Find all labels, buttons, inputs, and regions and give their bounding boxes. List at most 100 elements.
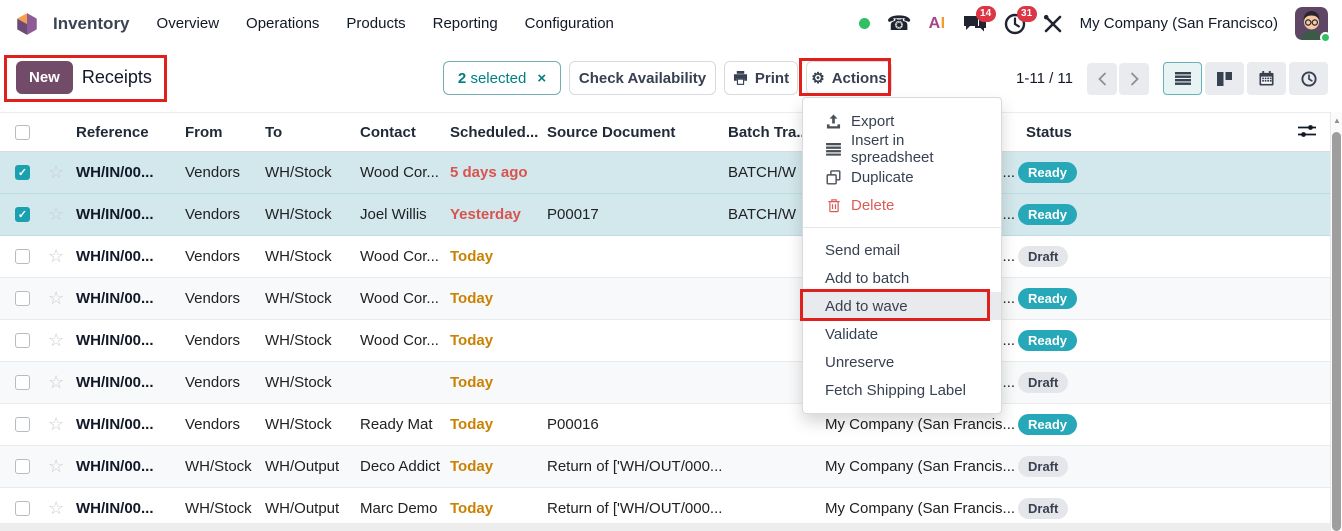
phone-icon[interactable]: ☎ bbox=[887, 14, 912, 34]
star-icon[interactable]: ☆ bbox=[48, 205, 64, 224]
optional-columns-icon[interactable] bbox=[1298, 124, 1316, 143]
menu-item-add-to-batch[interactable]: Add to batch bbox=[803, 264, 1001, 292]
row-checkbox[interactable] bbox=[15, 501, 30, 516]
row-checkbox[interactable] bbox=[15, 459, 30, 474]
row-checkbox-cell bbox=[0, 249, 48, 264]
inventory-app-icon[interactable] bbox=[14, 11, 40, 37]
menu-products[interactable]: Products bbox=[346, 15, 405, 32]
header-source-document[interactable]: Source Document bbox=[547, 124, 728, 141]
pager-next-icon[interactable] bbox=[1119, 63, 1149, 95]
menu-item-validate[interactable]: Validate bbox=[803, 320, 1001, 348]
tools-icon[interactable] bbox=[1043, 14, 1063, 34]
header-from[interactable]: From bbox=[185, 124, 265, 141]
cell-contact: Wood Cor... bbox=[360, 332, 450, 349]
table-row[interactable]: ✓☆WH/IN/00...VendorsWH/StockJoel WillisY… bbox=[0, 194, 1330, 236]
table-body: ✓☆WH/IN/00...VendorsWH/StockWood Cor...5… bbox=[0, 152, 1330, 530]
user-avatar[interactable] bbox=[1295, 7, 1328, 40]
pager-previous-icon[interactable] bbox=[1087, 63, 1117, 95]
cell-source: Return of ['WH/OUT/000... bbox=[547, 458, 728, 475]
actions-button[interactable]: ⚙ Actions bbox=[806, 61, 892, 95]
star-icon[interactable]: ☆ bbox=[48, 289, 64, 308]
cell-contact: Wood Cor... bbox=[360, 290, 450, 307]
menu-item-duplicate[interactable]: Duplicate bbox=[803, 163, 1001, 191]
star-icon[interactable]: ☆ bbox=[48, 247, 64, 266]
status-badge: Draft bbox=[1018, 456, 1068, 477]
menu-item-unreserve[interactable]: Unreserve bbox=[803, 348, 1001, 376]
table-row[interactable]: ☆WH/IN/00...VendorsWH/StockWood Cor...To… bbox=[0, 278, 1330, 320]
ai-icon[interactable]: AI bbox=[929, 15, 946, 33]
row-checkbox[interactable] bbox=[15, 291, 30, 306]
row-checkbox-cell bbox=[0, 375, 48, 390]
menu-configuration[interactable]: Configuration bbox=[525, 15, 614, 32]
cell-from: Vendors bbox=[185, 374, 265, 391]
row-checkbox[interactable]: ✓ bbox=[15, 207, 30, 222]
new-button[interactable]: New bbox=[16, 61, 73, 94]
row-checkbox[interactable] bbox=[15, 417, 30, 432]
messages-icon[interactable]: 14 bbox=[963, 13, 987, 35]
row-checkbox[interactable] bbox=[15, 375, 30, 390]
row-checkbox[interactable]: ✓ bbox=[15, 165, 30, 180]
horizontal-scrollbar[interactable] bbox=[0, 523, 1330, 531]
table-row[interactable]: ☆WH/IN/00...VendorsWH/StockReady MatToda… bbox=[0, 404, 1330, 446]
vertical-scrollbar[interactable]: ▲ bbox=[1330, 112, 1342, 531]
row-checkbox[interactable] bbox=[15, 333, 30, 348]
list-view-icon[interactable] bbox=[1163, 62, 1202, 95]
status-badge: Ready bbox=[1018, 330, 1077, 351]
vertical-scrollbar-thumb[interactable] bbox=[1332, 132, 1341, 531]
cell-status: Ready bbox=[1018, 204, 1330, 225]
header-status[interactable]: Status bbox=[1018, 124, 1330, 141]
row-checkbox-cell bbox=[0, 291, 48, 306]
pager-area: 1-11 / 11 bbox=[1016, 62, 1328, 95]
menu-item-label: Add to wave bbox=[825, 298, 908, 315]
cell-scheduled: Today bbox=[450, 290, 547, 307]
app-title[interactable]: Inventory bbox=[53, 14, 130, 34]
menu-item-label: Validate bbox=[825, 326, 878, 343]
table-row[interactable]: ☆WH/IN/00...VendorsWH/StockWood Cor...To… bbox=[0, 320, 1330, 362]
header-reference[interactable]: Reference bbox=[76, 124, 185, 141]
table-row[interactable]: ☆WH/IN/00...VendorsWH/StockWood Cor...To… bbox=[0, 236, 1330, 278]
menu-operations[interactable]: Operations bbox=[246, 15, 319, 32]
star-icon[interactable]: ☆ bbox=[48, 457, 64, 476]
kanban-view-icon[interactable] bbox=[1205, 62, 1244, 95]
cell-reference: WH/IN/00... bbox=[76, 332, 185, 349]
check-availability-button[interactable]: Check Availability bbox=[569, 61, 716, 95]
menu-item-label: Fetch Shipping Label bbox=[825, 382, 966, 399]
table-row[interactable]: ☆WH/IN/00...VendorsWH/StockTodayMy Compa… bbox=[0, 362, 1330, 404]
star-icon[interactable]: ☆ bbox=[48, 331, 64, 350]
calendar-view-icon[interactable] bbox=[1247, 62, 1286, 95]
header-to[interactable]: To bbox=[265, 124, 360, 141]
menu-item-insert-in-spreadsheet[interactable]: Insert in spreadsheet bbox=[803, 135, 1001, 163]
cell-to: WH/Output bbox=[265, 500, 360, 517]
menu-overview[interactable]: Overview bbox=[157, 15, 220, 32]
row-checkbox[interactable] bbox=[15, 249, 30, 264]
star-icon[interactable]: ☆ bbox=[48, 415, 64, 434]
menu-item-send-email[interactable]: Send email bbox=[803, 236, 1001, 264]
scroll-up-icon[interactable]: ▲ bbox=[1333, 116, 1341, 125]
duplicate-icon bbox=[825, 170, 842, 185]
menu-reporting[interactable]: Reporting bbox=[433, 15, 498, 32]
menu-item-fetch-shipping-label[interactable]: Fetch Shipping Label bbox=[803, 376, 1001, 404]
print-button[interactable]: Print bbox=[724, 61, 798, 95]
menu-item-export[interactable]: Export bbox=[803, 107, 1001, 135]
activity-view-icon[interactable] bbox=[1289, 62, 1328, 95]
star-icon[interactable]: ☆ bbox=[48, 163, 64, 182]
cell-to: WH/Stock bbox=[265, 374, 360, 391]
messages-count-badge: 14 bbox=[976, 6, 996, 22]
table-row[interactable]: ✓☆WH/IN/00...VendorsWH/StockWood Cor...5… bbox=[0, 152, 1330, 194]
activities-clock-icon[interactable]: 31 bbox=[1004, 13, 1026, 35]
menu-item-label: Send email bbox=[825, 242, 900, 259]
cell-company: My Company (San Francis... bbox=[825, 500, 1018, 517]
header-contact[interactable]: Contact bbox=[360, 124, 450, 141]
star-icon[interactable]: ☆ bbox=[48, 499, 64, 518]
menu-item-add-to-wave[interactable]: Add to wave bbox=[803, 292, 1001, 320]
menu-item-label: Delete bbox=[851, 197, 894, 214]
table-row[interactable]: ☆WH/IN/00...WH/StockWH/OutputDeco Addict… bbox=[0, 446, 1330, 488]
clear-selection-icon[interactable]: × bbox=[537, 70, 546, 87]
row-checkbox-cell bbox=[0, 459, 48, 474]
header-scheduled[interactable]: Scheduled... bbox=[450, 124, 547, 141]
star-icon[interactable]: ☆ bbox=[48, 373, 64, 392]
nav-right: ☎ AI 14 31 bbox=[859, 7, 1328, 40]
company-switcher[interactable]: My Company (San Francisco) bbox=[1080, 15, 1278, 32]
menu-item-delete[interactable]: Delete bbox=[803, 191, 1001, 219]
select-all-checkbox[interactable] bbox=[15, 125, 30, 140]
